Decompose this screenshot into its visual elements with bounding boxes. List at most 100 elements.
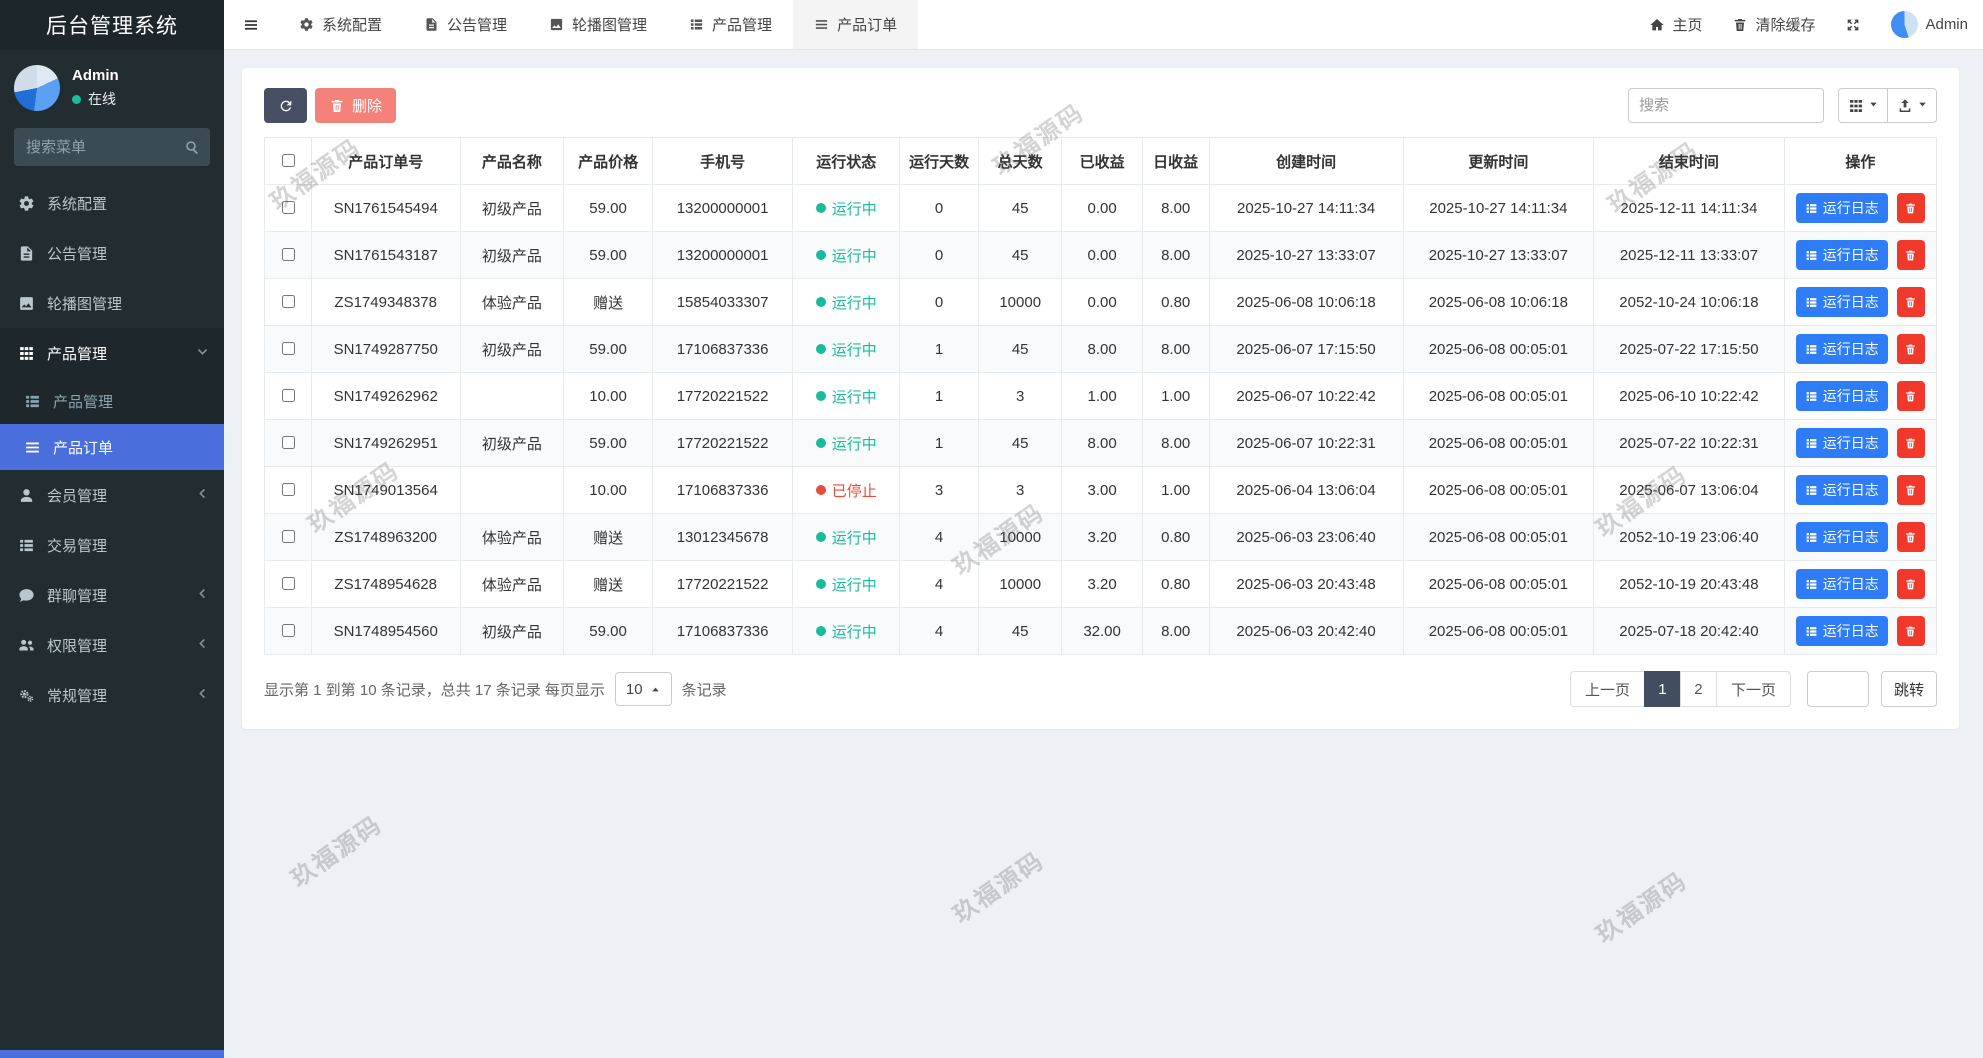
row-checkbox[interactable]: [282, 436, 295, 449]
sidebar-toggle-button[interactable]: [224, 0, 278, 49]
trash-icon: [1904, 484, 1917, 497]
row-checkbox[interactable]: [282, 483, 295, 496]
run-log-button[interactable]: 运行日志: [1796, 240, 1888, 270]
tab-system-config[interactable]: 系统配置: [278, 0, 403, 49]
cell-run-days: 3: [900, 467, 979, 514]
next-page-button[interactable]: 下一页: [1716, 671, 1791, 707]
jump-page-input[interactable]: [1807, 671, 1869, 707]
home-link[interactable]: 主页: [1634, 0, 1717, 49]
sidebar-item-product-orders[interactable]: 产品订单: [0, 424, 224, 470]
refresh-button[interactable]: [264, 88, 307, 123]
cell-updated: 2025-06-08 00:05:01: [1403, 608, 1594, 655]
columns-toggle-button[interactable]: [1838, 88, 1888, 123]
page-button-2[interactable]: 2: [1680, 671, 1717, 707]
row-checkbox[interactable]: [282, 248, 295, 261]
run-log-button[interactable]: 运行日志: [1796, 381, 1888, 411]
select-all-checkbox[interactable]: [282, 154, 295, 167]
row-delete-button[interactable]: [1897, 381, 1925, 411]
page-size-value: 10: [626, 681, 643, 698]
row-checkbox[interactable]: [282, 201, 295, 214]
row-delete-button[interactable]: [1897, 193, 1925, 223]
run-log-button[interactable]: 运行日志: [1796, 522, 1888, 552]
table-search-input[interactable]: [1628, 88, 1824, 123]
table-footer: 显示第 1 到第 10 条记录，总共 17 条记录 每页显示 10 条记录 上一…: [264, 671, 1937, 707]
run-log-button[interactable]: 运行日志: [1796, 616, 1888, 646]
tab-label: 产品管理: [712, 14, 772, 35]
sidebar-item-permissions[interactable]: 权限管理: [0, 620, 224, 670]
trash-icon: [1732, 17, 1748, 33]
cell-order-no: ZS1749348378: [311, 279, 460, 326]
cell-updated: 2025-06-08 00:05:01: [1403, 514, 1594, 561]
fullscreen-button[interactable]: [1830, 0, 1876, 49]
trash-icon: [1904, 625, 1917, 638]
row-checkbox[interactable]: [282, 342, 295, 355]
avatar: [1891, 11, 1918, 38]
row-delete-button[interactable]: [1897, 334, 1925, 364]
row-checkbox[interactable]: [282, 624, 295, 637]
cell-product-name: 初级产品: [460, 185, 564, 232]
list-icon: [1805, 625, 1818, 638]
cell-total-days: 3: [978, 467, 1062, 514]
run-log-button[interactable]: 运行日志: [1796, 287, 1888, 317]
row-delete-button[interactable]: [1897, 428, 1925, 458]
run-log-button[interactable]: 运行日志: [1796, 193, 1888, 223]
sidebar-item-announcements[interactable]: 公告管理: [0, 228, 224, 278]
row-checkbox-cell: [265, 373, 312, 420]
run-log-label: 运行日志: [1823, 386, 1879, 406]
row-checkbox[interactable]: [282, 295, 295, 308]
tab-product-orders[interactable]: 产品订单: [793, 0, 918, 49]
sidebar-item-group-chat[interactable]: 群聊管理: [0, 570, 224, 620]
cell-end-time: 2025-07-18 20:42:40: [1594, 608, 1785, 655]
cell-earned: 32.00: [1062, 608, 1142, 655]
row-delete-button[interactable]: [1897, 522, 1925, 552]
status-label: 运行中: [832, 245, 877, 266]
row-checkbox[interactable]: [282, 530, 295, 543]
run-log-button[interactable]: 运行日志: [1796, 334, 1888, 364]
page-size-select[interactable]: 10: [615, 672, 672, 706]
cell-total-days: 10000: [978, 279, 1062, 326]
row-delete-button[interactable]: [1897, 475, 1925, 505]
row-delete-button[interactable]: [1897, 569, 1925, 599]
sidebar-item-transactions[interactable]: 交易管理: [0, 520, 224, 570]
status-dot-icon: [816, 626, 826, 636]
row-checkbox[interactable]: [282, 389, 295, 402]
row-delete-button[interactable]: [1897, 616, 1925, 646]
row-checkbox-cell: [265, 185, 312, 232]
sidebar-search-input[interactable]: [14, 128, 210, 166]
run-log-button[interactable]: 运行日志: [1796, 475, 1888, 505]
cell-daily-earn: 8.00: [1142, 608, 1209, 655]
cell-price: 赠送: [564, 561, 653, 608]
tab-label: 公告管理: [447, 14, 507, 35]
status-dot-icon: [816, 438, 826, 448]
header-actions: 操作: [1784, 138, 1936, 185]
delete-button[interactable]: 删除: [315, 88, 396, 123]
run-log-button[interactable]: 运行日志: [1796, 569, 1888, 599]
image-icon: [18, 295, 35, 312]
table-row: SN1761545494 初级产品 59.00 13200000001 运行中: [265, 185, 1937, 232]
row-checkbox[interactable]: [282, 577, 295, 590]
tab-label: 产品订单: [837, 14, 897, 35]
sidebar-item-banners[interactable]: 轮播图管理: [0, 278, 224, 328]
prev-page-button[interactable]: 上一页: [1570, 671, 1645, 707]
tab-product-management[interactable]: 产品管理: [668, 0, 793, 49]
run-log-button[interactable]: 运行日志: [1796, 428, 1888, 458]
user-menu[interactable]: Admin: [1876, 0, 1983, 49]
table-row: SN1749262951 初级产品 59.00 17720221522 运行中: [265, 420, 1937, 467]
row-delete-button[interactable]: [1897, 240, 1925, 270]
tab-banners[interactable]: 轮播图管理: [528, 0, 668, 49]
toolbar-right: [1628, 88, 1937, 123]
gear-icon: [299, 17, 314, 32]
clear-cache-link[interactable]: 清除缓存: [1717, 0, 1830, 49]
page-button-1[interactable]: 1: [1644, 671, 1681, 707]
sidebar-item-product-list[interactable]: 产品管理: [0, 378, 224, 424]
sidebar-item-general[interactable]: 常规管理: [0, 670, 224, 720]
tab-announcements[interactable]: 公告管理: [403, 0, 528, 49]
jump-button[interactable]: 跳转: [1881, 671, 1937, 707]
row-delete-button[interactable]: [1897, 287, 1925, 317]
sidebar-item-system-config[interactable]: 系统配置: [0, 178, 224, 228]
sidebar-item-members[interactable]: 会员管理: [0, 470, 224, 520]
cell-daily-earn: 1.00: [1142, 373, 1209, 420]
sidebar-item-product-management[interactable]: 产品管理: [0, 328, 224, 378]
export-button[interactable]: [1887, 88, 1937, 123]
cell-product-name: 体验产品: [460, 279, 564, 326]
